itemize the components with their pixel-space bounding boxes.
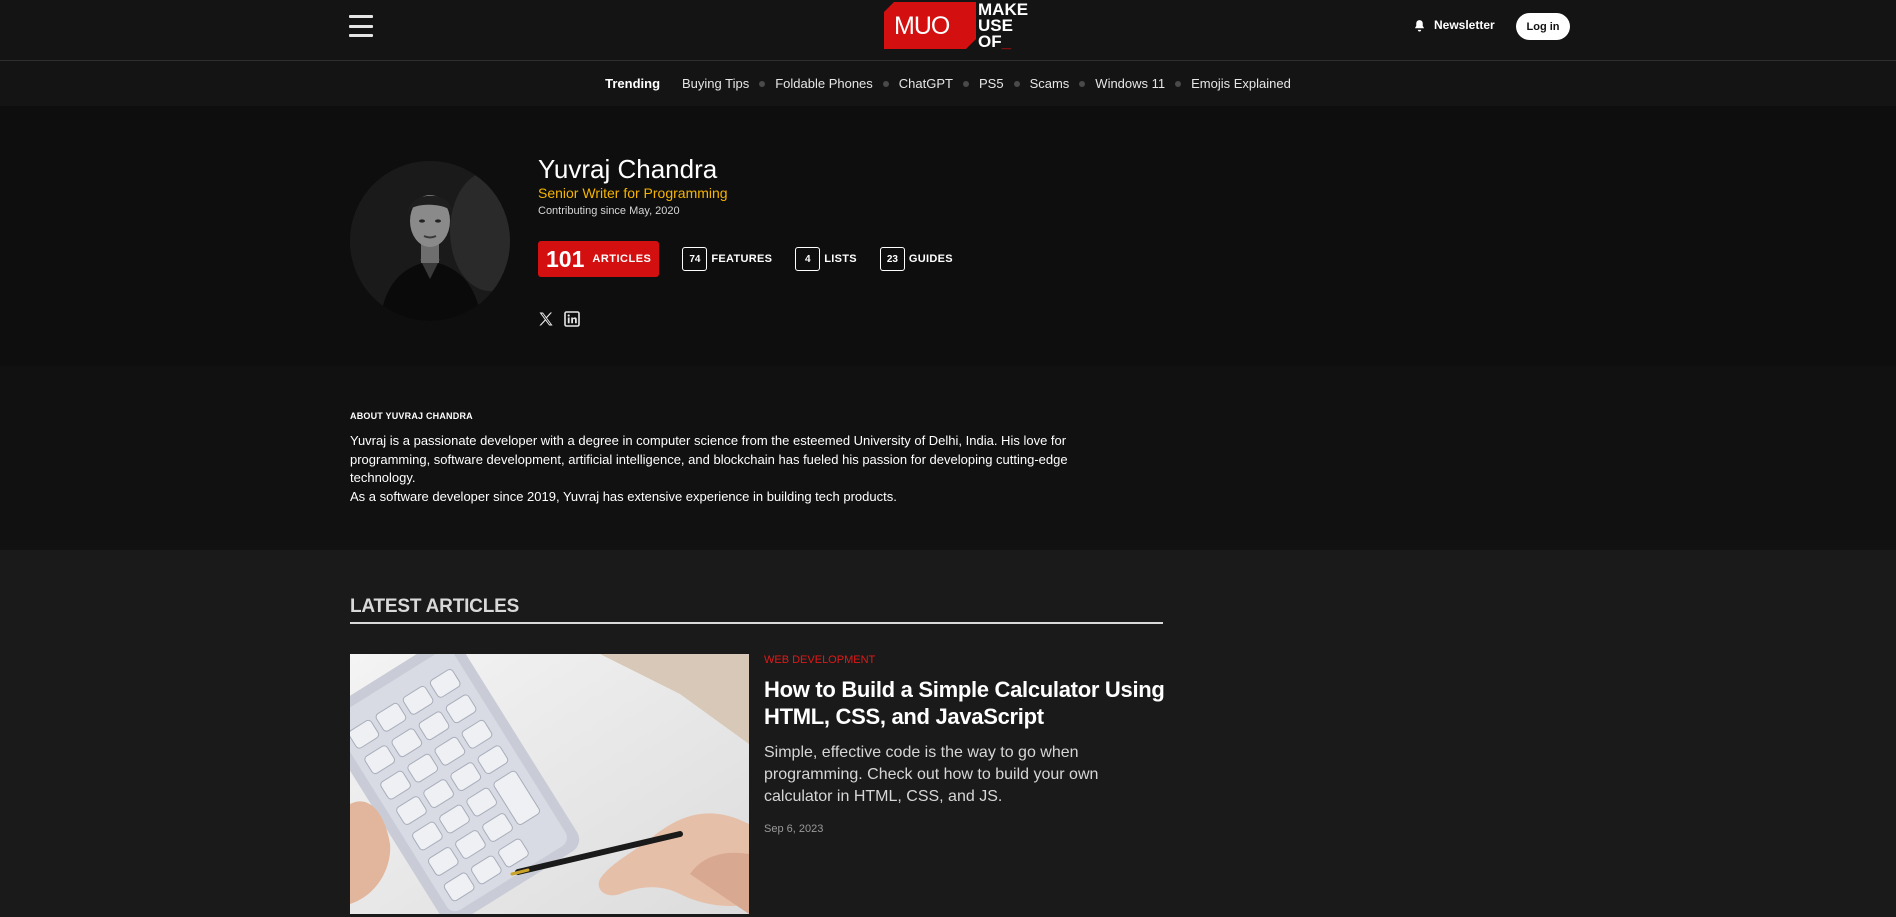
stat-articles-label: ARTICLES	[592, 253, 652, 265]
bell-icon	[1415, 19, 1424, 31]
logo-mark: MUO	[884, 2, 976, 49]
trending-item-windows-11[interactable]: Windows 11	[1095, 76, 1165, 91]
author-page: MUO MAKE USE OF_ Newsletter Log in Trend…	[0, 0, 1896, 917]
latest-articles-heading: LATEST ARTICLES	[350, 596, 520, 617]
about-section: ABOUT YUVRAJ CHANDRA Yuvraj is a passion…	[0, 366, 1896, 550]
separator-dot	[1079, 80, 1086, 87]
author-contributing-since: Contributing since May, 2020	[538, 205, 680, 217]
x-twitter-icon[interactable]	[538, 311, 554, 327]
logo-word-of: OF_	[978, 32, 1012, 51]
author-avatar	[350, 161, 510, 321]
trending-item-buying-tips[interactable]: Buying Tips	[682, 76, 749, 91]
about-paragraph: Yuvraj is a passionate developer with a …	[350, 433, 1068, 485]
author-hero: Yuvraj Chandra Senior Writer for Program…	[0, 106, 1896, 366]
author-stats: 101 ARTICLES 74 FEATURES 4 LISTS 23 GUID…	[538, 241, 953, 277]
stat-guides[interactable]: 23 GUIDES	[879, 247, 953, 271]
stat-articles[interactable]: 101 ARTICLES	[538, 241, 660, 277]
latest-articles-divider	[350, 622, 1163, 624]
site-header: MUO MAKE USE OF_ Newsletter Log in	[0, 0, 1896, 61]
stat-features-count: 74	[682, 247, 708, 271]
article-category[interactable]: WEB DEVELOPMENT	[764, 654, 875, 666]
stat-lists-label: LISTS	[824, 253, 857, 265]
about-paragraph: As a software developer since 2019, Yuvr…	[350, 488, 897, 504]
separator-dot	[882, 80, 889, 87]
article-title[interactable]: How to Build a Simple Calculator Using H…	[764, 676, 1174, 730]
separator-dot	[962, 80, 969, 87]
login-button[interactable]: Log in	[1516, 13, 1570, 40]
site-logo[interactable]: MUO MAKE USE OF_	[884, 1, 1028, 51]
stat-features[interactable]: 74 FEATURES	[682, 247, 772, 271]
logo-dash: _	[1001, 32, 1012, 51]
article-thumbnail[interactable]	[350, 654, 749, 914]
hamburger-menu-icon[interactable]	[349, 15, 373, 37]
trending-item-foldable-phones[interactable]: Foldable Phones	[775, 76, 873, 91]
author-social-links	[538, 311, 580, 327]
about-text: Yuvraj is a passionate developer with a …	[350, 432, 1090, 506]
author-role: Senior Writer for Programming	[538, 185, 728, 201]
article-excerpt: Simple, effective code is the way to go …	[764, 744, 1099, 805]
about-title: ABOUT YUVRAJ CHANDRA	[350, 411, 473, 421]
stat-guides-count: 23	[879, 247, 905, 271]
stat-features-label: FEATURES	[711, 253, 773, 265]
trending-item-emojis-explained[interactable]: Emojis Explained	[1191, 76, 1291, 91]
logo-letters: MUO	[894, 12, 950, 40]
linkedin-icon[interactable]	[564, 311, 580, 327]
separator-dot	[1175, 80, 1182, 87]
separator-dot	[759, 80, 766, 87]
logo-wordmark: MAKE USE OF_	[978, 1, 1028, 51]
article-date: Sep 6, 2023	[764, 823, 824, 835]
trending-label: Trending	[605, 76, 661, 91]
stat-lists-count: 4	[795, 247, 821, 271]
newsletter-link[interactable]: Newsletter	[1413, 18, 1495, 32]
newsletter-label: Newsletter	[1434, 18, 1495, 32]
author-name: Yuvraj Chandra	[538, 154, 718, 184]
stat-articles-count: 101	[546, 245, 585, 272]
stat-lists[interactable]: 4 LISTS	[795, 247, 857, 271]
trending-bar: Trending Buying Tips Foldable Phones Cha…	[0, 61, 1896, 106]
stat-guides-label: GUIDES	[908, 253, 953, 265]
separator-dot	[1013, 80, 1020, 87]
trending-item-ps5[interactable]: PS5	[979, 76, 1004, 91]
trending-item-scams[interactable]: Scams	[1030, 76, 1070, 91]
trending-item-chatgpt[interactable]: ChatGPT	[899, 76, 953, 91]
